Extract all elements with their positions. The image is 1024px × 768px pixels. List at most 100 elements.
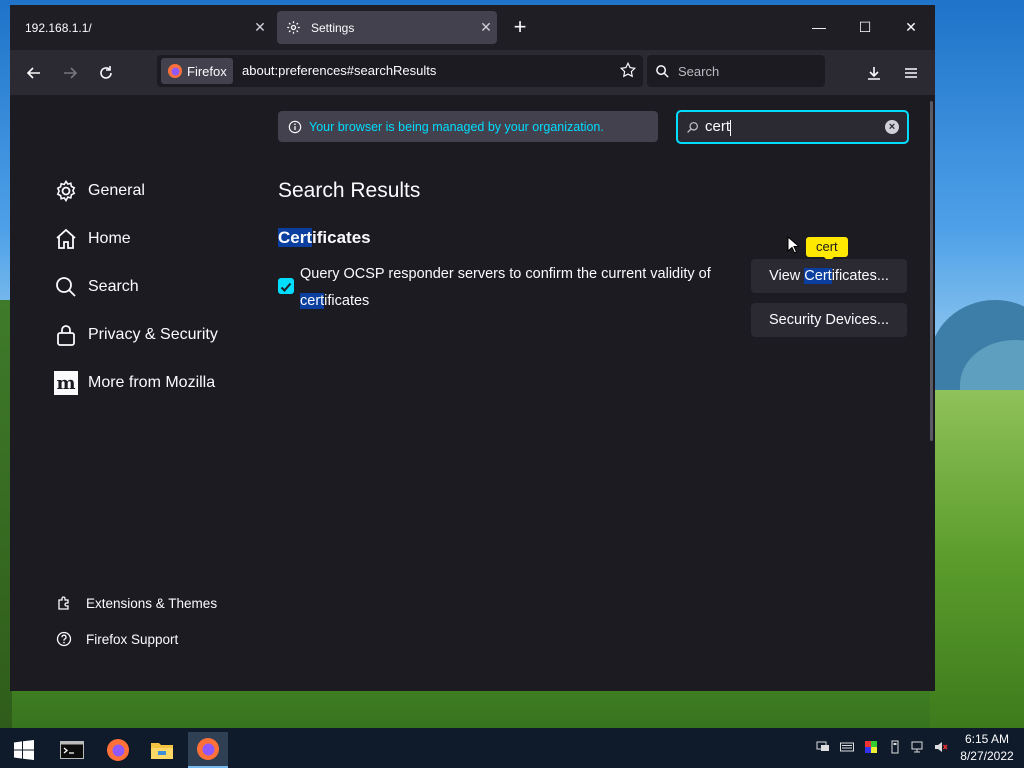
search-highlight: Cert <box>804 268 832 284</box>
volume-muted-icon[interactable] <box>934 740 948 754</box>
tab-bar: 192.168.1.1/ ✕ Settings ✕ + — ☐ ✕ <box>10 5 935 50</box>
extensions-themes-link[interactable]: Extensions & Themes <box>56 592 217 614</box>
url-text[interactable]: about:preferences#searchResults <box>242 63 436 78</box>
terminal-icon <box>60 741 84 759</box>
clear-search-icon[interactable]: × <box>885 120 899 134</box>
category-label: Search <box>88 278 139 295</box>
category-label: Privacy & Security <box>88 326 218 343</box>
back-button[interactable] <box>20 59 48 87</box>
clock-date: 8/27/2022 <box>960 749 1014 763</box>
category-more-from-mozilla[interactable]: m More from Mozilla <box>54 367 215 399</box>
network-icon[interactable] <box>911 740 925 754</box>
ocsp-checkbox[interactable] <box>278 278 294 294</box>
navigation-toolbar: Firefox about:preferences#searchResults … <box>10 50 935 95</box>
address-bar[interactable]: Firefox about:preferences#searchResults <box>157 55 643 87</box>
ocsp-setting: Query OCSP responder servers to confirm … <box>278 261 728 315</box>
category-search[interactable]: Search <box>54 271 139 303</box>
download-icon <box>868 67 880 80</box>
policies-notice[interactable]: Your browser is being managed by your or… <box>278 111 658 142</box>
search-icon <box>656 64 669 78</box>
category-home[interactable]: Home <box>54 223 131 255</box>
system-clock[interactable]: 6:15 AM 8/27/2022 <box>956 731 1018 765</box>
minimize-button[interactable]: — <box>796 13 842 41</box>
category-label: More from Mozilla <box>88 374 216 391</box>
managed-notice-text: Your browser is being managed by your or… <box>309 119 604 134</box>
text-cursor <box>730 119 732 136</box>
mouse-pointer-icon <box>787 236 799 254</box>
firefox-logo-icon <box>168 64 182 78</box>
hamburger-menu-icon <box>905 68 917 78</box>
tab-router[interactable]: 192.168.1.1/ ✕ <box>15 11 271 44</box>
ocsp-label[interactable]: Query OCSP responder servers to confirm … <box>300 261 728 315</box>
mozilla-icon: m <box>54 371 78 395</box>
category-privacy-security[interactable]: Privacy & Security <box>54 319 218 351</box>
new-tab-button[interactable]: + <box>508 16 532 40</box>
back-arrow-icon <box>26 67 40 79</box>
svg-text:m: m <box>56 373 75 394</box>
firefox-window: 192.168.1.1/ ✕ Settings ✕ + — ☐ ✕ Firefo… <box>10 5 935 691</box>
reload-button[interactable] <box>92 59 120 87</box>
bookmark-star-icon[interactable] <box>619 61 637 79</box>
footer-link-label: Extensions & Themes <box>86 595 218 611</box>
close-window-button[interactable]: ✕ <box>888 13 934 41</box>
color-palette-icon[interactable] <box>864 740 878 754</box>
lock-icon <box>57 325 75 346</box>
reload-icon <box>100 66 112 79</box>
gear-icon <box>285 20 301 36</box>
taskbar-firefox-active[interactable] <box>188 732 228 768</box>
preferences-page: Your browser is being managed by your or… <box>10 95 935 691</box>
help-icon <box>56 631 72 647</box>
close-tab-icon[interactable]: ✕ <box>249 19 271 36</box>
category-general[interactable]: General <box>54 175 145 207</box>
tab-settings[interactable]: Settings ✕ <box>277 11 497 44</box>
maximize-button[interactable]: ☐ <box>842 13 888 41</box>
home-icon <box>56 228 76 249</box>
taskbar-file-explorer[interactable] <box>142 732 182 768</box>
wallpaper-meadow <box>930 390 1024 730</box>
identity-box[interactable]: Firefox <box>161 58 233 84</box>
firefox-support-link[interactable]: Firefox Support <box>56 628 178 650</box>
security-devices-button[interactable]: Security Devices... <box>751 303 907 337</box>
taskbar: 6:15 AM 8/27/2022 <box>0 728 1024 768</box>
gear-icon <box>56 180 76 203</box>
search-results-heading: Search Results <box>278 179 421 202</box>
search-highlight: cert <box>300 293 325 309</box>
search-match-tooltip: cert <box>806 237 848 262</box>
category-label: General <box>88 182 145 199</box>
search-icon <box>56 277 76 297</box>
close-tab-icon[interactable]: ✕ <box>475 19 497 36</box>
search-highlight: Cert <box>278 228 313 247</box>
keyboard-icon[interactable] <box>840 740 854 754</box>
taskbar-firefox[interactable] <box>98 732 138 768</box>
file-explorer-icon <box>151 743 173 759</box>
title-rest: ificates <box>312 228 371 247</box>
puzzle-icon <box>58 596 69 610</box>
clock-time: 6:15 AM <box>964 732 1010 746</box>
start-button[interactable] <box>4 732 44 768</box>
search-bar[interactable]: Search <box>647 55 825 87</box>
windows-start-icon <box>14 740 34 760</box>
certificates-group-title: Certificates <box>278 228 371 248</box>
downloads-button[interactable] <box>860 59 888 87</box>
page-scrollbar[interactable] <box>930 101 933 441</box>
find-in-settings-input[interactable]: cert × <box>676 110 909 144</box>
ocsp-label-line1: Query OCSP responder servers to confirm … <box>300 266 711 282</box>
firefox-icon <box>107 739 129 761</box>
app-menu-button[interactable] <box>897 59 925 87</box>
taskbar-terminal[interactable] <box>52 732 92 768</box>
tab-title: 192.168.1.1/ <box>25 20 92 35</box>
info-icon <box>288 120 302 133</box>
ocsp-label-line2: ificates <box>324 293 370 309</box>
forward-button[interactable] <box>56 59 84 87</box>
tab-title: Settings <box>311 20 355 35</box>
find-value: cert <box>705 118 731 136</box>
firefox-icon <box>197 738 219 760</box>
search-icon <box>687 121 699 133</box>
identity-label: Firefox <box>187 63 227 79</box>
button-text-pre: View <box>769 268 801 284</box>
usb-device-icon[interactable] <box>888 740 902 754</box>
forward-arrow-icon <box>64 67 78 79</box>
search-placeholder: Search <box>678 63 720 79</box>
network-share-icon[interactable] <box>816 740 830 754</box>
view-certificates-button[interactable]: View Cert ificates... <box>751 259 907 293</box>
